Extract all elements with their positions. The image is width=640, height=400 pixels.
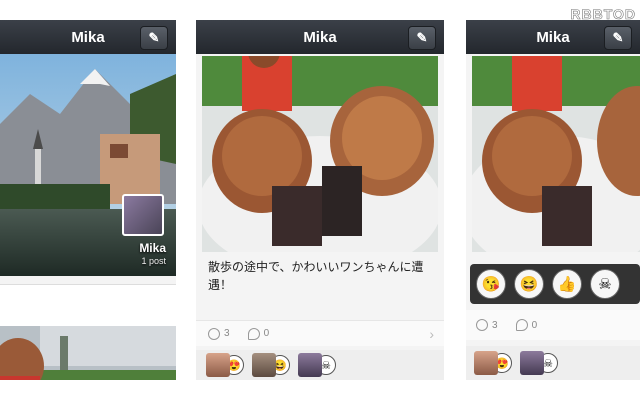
- post-meta-bar: 3 0: [466, 310, 640, 340]
- reaction-list: 😍 😆 ☠: [196, 350, 444, 380]
- post-photo-preview[interactable]: [0, 326, 176, 380]
- like-button[interactable]: 3: [208, 327, 230, 340]
- phone-screen-profile: Mika ✎ Mika 1 post: [0, 20, 176, 380]
- edit-button[interactable]: ✎: [408, 26, 436, 50]
- post-meta-bar: 3 0 ›: [196, 320, 444, 346]
- skull-sticker-icon[interactable]: ☠: [590, 269, 620, 299]
- sticker-picker: 😘 😆 👍 ☠: [470, 264, 640, 304]
- reaction-list: 😍 ☠: [466, 346, 640, 380]
- laughing-sticker-icon[interactable]: 😆: [514, 269, 544, 299]
- comment-bubble-icon: [247, 327, 260, 340]
- reactor-avatar[interactable]: [206, 353, 230, 377]
- comment-count: 0: [531, 319, 538, 331]
- edit-button[interactable]: ✎: [604, 26, 632, 50]
- pencil-icon: ✎: [612, 30, 624, 45]
- reactor-avatar[interactable]: [252, 353, 276, 377]
- reactor-avatar[interactable]: [298, 353, 322, 377]
- profile-post-count: 1 post: [141, 256, 166, 266]
- watermark: RBBTOD: [570, 6, 636, 23]
- header-title: Mika: [536, 28, 570, 46]
- header-title: Mika: [71, 28, 105, 46]
- comment-button[interactable]: 0: [247, 327, 270, 340]
- phone-screen-sticker-picker: Mika ✎ 😘 😆 👍 ☠ 3 0 😍 ☠: [466, 20, 640, 380]
- post-photo[interactable]: [202, 56, 438, 252]
- edit-button[interactable]: ✎: [140, 26, 168, 50]
- smiley-icon: [208, 327, 220, 340]
- post-photo[interactable]: [472, 56, 640, 252]
- post-caption: 散歩の途中で、かわいいワンちゃんに遭遇！: [208, 260, 424, 292]
- pencil-icon: ✎: [416, 30, 428, 45]
- smiley-icon: [476, 319, 488, 331]
- comment-bubble-icon: [515, 319, 528, 331]
- chevron-right-icon[interactable]: ›: [429, 326, 434, 342]
- pencil-icon: ✎: [148, 30, 160, 45]
- comment-button[interactable]: 0: [515, 319, 538, 331]
- comment-count: 0: [263, 328, 270, 339]
- phone-screen-post: Mika ✎ 散歩の途中で、かわいいワンちゃんに遭遇！ 3 0 › 😍 😆 ☠: [196, 20, 444, 380]
- header-title: Mika: [303, 28, 337, 46]
- reactor-avatar[interactable]: [474, 351, 498, 375]
- reactor-avatar[interactable]: [520, 351, 544, 375]
- top-bar: Mika ✎: [196, 20, 444, 54]
- profile-avatar[interactable]: [122, 194, 164, 236]
- thumbs-up-sticker-icon[interactable]: 👍: [552, 269, 582, 299]
- profile-name: Mika: [139, 241, 166, 255]
- heart-kiss-sticker-icon[interactable]: 😘: [476, 269, 506, 299]
- like-button[interactable]: 3: [476, 319, 498, 331]
- like-count: 3: [224, 328, 230, 339]
- like-count: 3: [492, 319, 498, 331]
- top-bar: Mika ✎: [466, 20, 640, 54]
- top-bar: Mika ✎: [0, 20, 176, 54]
